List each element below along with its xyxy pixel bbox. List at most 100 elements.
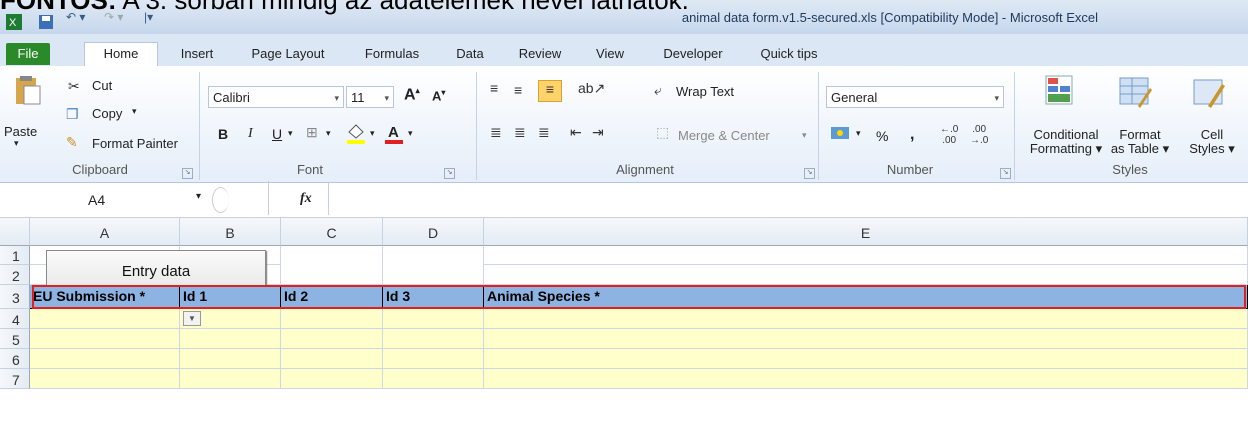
comma-button[interactable]: , xyxy=(910,126,914,144)
row-header-7[interactable]: 7 xyxy=(0,369,30,389)
orientation-icon[interactable]: ab↗ xyxy=(578,80,605,97)
column-header-a[interactable]: A xyxy=(30,218,180,246)
column-header-e[interactable]: E xyxy=(484,218,1248,246)
align-middle-icon[interactable]: ≡ xyxy=(514,82,522,98)
tab-file[interactable]: File xyxy=(6,43,50,65)
save-icon[interactable] xyxy=(38,14,54,30)
align-top-icon[interactable]: ≡ xyxy=(490,80,498,96)
cell[interactable] xyxy=(383,309,484,329)
header-cell-animal-species[interactable]: Animal Species * xyxy=(484,285,1248,309)
cell[interactable] xyxy=(383,329,484,349)
cell[interactable] xyxy=(180,349,281,369)
bold-button[interactable]: B xyxy=(218,126,228,142)
formula-input[interactable] xyxy=(328,183,1248,215)
name-box-dropdown-icon[interactable]: ▾ xyxy=(196,191,201,202)
align-bottom-icon[interactable]: ≡ xyxy=(538,80,562,102)
fill-color-icon[interactable] xyxy=(346,122,366,147)
paste-dropdown-icon[interactable]: ▾ xyxy=(14,138,19,149)
tab-data[interactable]: Data xyxy=(448,43,492,65)
grow-font-icon[interactable]: A▴ xyxy=(404,86,420,104)
font-size-combo[interactable]: 11 ▾ xyxy=(346,86,394,108)
percent-button[interactable]: % xyxy=(876,128,888,144)
copy-dropdown-icon[interactable]: ▾ xyxy=(132,106,137,117)
header-cell-id2[interactable]: Id 2 xyxy=(281,285,383,309)
cell[interactable] xyxy=(281,349,383,369)
shrink-font-icon[interactable]: A▾ xyxy=(432,88,445,103)
fill-color-dropdown-icon[interactable]: ▾ xyxy=(370,128,375,139)
underline-button[interactable]: U xyxy=(272,126,282,142)
borders-icon[interactable]: ⊞ xyxy=(306,124,318,141)
tab-home[interactable]: Home xyxy=(84,42,158,66)
increase-indent-icon[interactable]: ⇥ xyxy=(592,124,604,141)
cell[interactable] xyxy=(281,369,383,389)
conditional-formatting-button[interactable]: Conditional Formatting ▾ xyxy=(1026,128,1106,156)
font-name-combo[interactable]: Calibri ▾ xyxy=(208,86,344,108)
align-right-icon[interactable]: ≣ xyxy=(538,124,550,141)
font-color-dropdown-icon[interactable]: ▾ xyxy=(408,128,413,139)
cell[interactable] xyxy=(180,369,281,389)
insert-function-icon[interactable]: fx xyxy=(300,191,312,207)
alignment-launcher-icon[interactable]: ↘ xyxy=(804,168,815,179)
number-launcher-icon[interactable]: ↘ xyxy=(1000,168,1011,179)
currency-dropdown-icon[interactable]: ▾ xyxy=(856,128,861,139)
row-header-2[interactable]: 2 xyxy=(0,265,30,285)
number-format-combo[interactable]: General ▾ xyxy=(826,86,1004,108)
format-painter-button[interactable]: Format Painter xyxy=(92,136,178,151)
tab-developer[interactable]: Developer xyxy=(652,43,734,65)
paste-button[interactable]: Paste xyxy=(4,124,37,139)
align-left-icon[interactable]: ≣ xyxy=(490,124,502,141)
cell[interactable] xyxy=(484,246,1248,265)
cut-button[interactable]: Cut xyxy=(92,78,112,93)
underline-dropdown-icon[interactable]: ▾ xyxy=(288,128,293,139)
select-all-corner[interactable] xyxy=(0,218,30,246)
cell[interactable] xyxy=(30,329,180,349)
tab-quick-tips[interactable]: Quick tips xyxy=(752,43,826,65)
borders-dropdown-icon[interactable]: ▾ xyxy=(326,128,331,139)
clipboard-launcher-icon[interactable]: ↘ xyxy=(182,168,193,179)
cell[interactable] xyxy=(30,369,180,389)
italic-button[interactable]: I xyxy=(248,126,253,142)
wrap-text-button[interactable]: Wrap Text xyxy=(676,84,734,99)
cell[interactable] xyxy=(383,349,484,369)
font-color-icon[interactable]: A xyxy=(384,122,404,147)
cell[interactable] xyxy=(30,349,180,369)
cell[interactable] xyxy=(484,349,1248,369)
copy-button[interactable]: Copy xyxy=(92,106,122,121)
row-header-5[interactable]: 5 xyxy=(0,329,30,349)
decrease-decimal-icon[interactable]: .00 →.0 xyxy=(970,124,988,146)
cell[interactable] xyxy=(30,309,180,329)
cell-styles-button[interactable]: Cell Styles ▾ xyxy=(1178,128,1246,156)
header-cell-id3[interactable]: Id 3 xyxy=(383,285,484,309)
decrease-indent-icon[interactable]: ⇤ xyxy=(570,124,582,141)
cell[interactable] xyxy=(484,265,1248,285)
cell[interactable] xyxy=(383,246,484,285)
cell[interactable] xyxy=(180,329,281,349)
column-header-c[interactable]: C xyxy=(281,218,383,246)
column-header-b[interactable]: B xyxy=(180,218,281,246)
font-launcher-icon[interactable]: ↘ xyxy=(444,168,455,179)
row-header-4[interactable]: 4 xyxy=(0,309,30,329)
cell[interactable] xyxy=(281,329,383,349)
increase-decimal-icon[interactable]: ←.0.00 xyxy=(940,124,958,146)
paste-icon[interactable] xyxy=(12,76,42,106)
tab-view[interactable]: View xyxy=(586,43,634,65)
format-as-table-button[interactable]: Format as Table ▾ xyxy=(1106,128,1174,156)
tab-page-layout[interactable]: Page Layout xyxy=(242,43,334,65)
tab-formulas[interactable]: Formulas xyxy=(354,43,430,65)
cell[interactable] xyxy=(281,309,383,329)
row-header-6[interactable]: 6 xyxy=(0,349,30,369)
name-box[interactable]: A4 xyxy=(10,189,196,211)
center-icon[interactable]: ≣ xyxy=(514,124,526,141)
cell[interactable] xyxy=(484,309,1248,329)
column-header-d[interactable]: D xyxy=(383,218,484,246)
header-cell-eu-submission[interactable]: EU Submission * xyxy=(30,285,180,309)
row-header-3[interactable]: 3 xyxy=(0,285,30,309)
currency-icon[interactable] xyxy=(830,124,852,145)
tab-review[interactable]: Review xyxy=(510,43,570,65)
header-cell-id1[interactable]: Id 1 xyxy=(180,285,281,309)
cell[interactable] xyxy=(484,369,1248,389)
row-header-1[interactable]: 1 xyxy=(0,246,30,265)
cell[interactable] xyxy=(383,369,484,389)
dropdown-arrow-icon[interactable]: ▼ xyxy=(183,311,201,326)
merge-dropdown-icon[interactable]: ▾ xyxy=(802,130,807,141)
